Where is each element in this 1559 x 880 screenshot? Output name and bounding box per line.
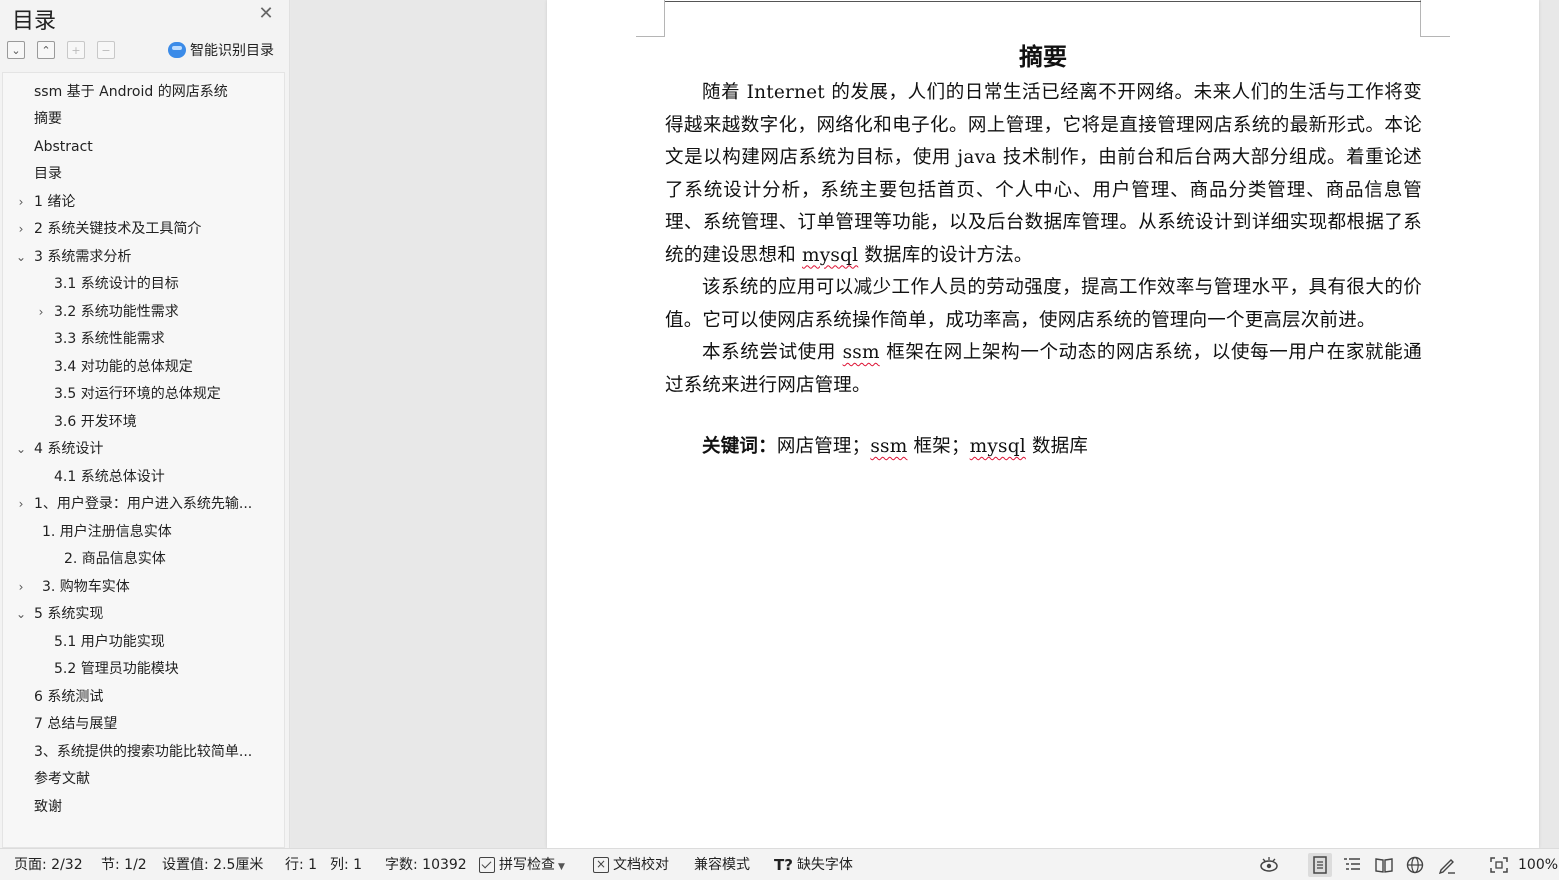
smart-toc-label: 智能识别目录 — [190, 43, 274, 59]
spell-flagged-word: ssm — [870, 436, 908, 457]
demote-level-icon[interactable]: − — [97, 41, 115, 59]
spell-check-button[interactable]: 拼写检查 ▼ — [479, 849, 565, 880]
toc-item[interactable]: 摘要 — [34, 108, 279, 130]
document-page[interactable]: 摘要 随着 Internet 的发展，人们的日常生活已经离不开网络。未来人们的生… — [547, 0, 1539, 848]
toc-item[interactable]: 3、系统提供的搜索功能比较简单... — [34, 741, 279, 763]
document-area: 摘要 随着 Internet 的发展，人们的日常生活已经离不开网络。未来人们的生… — [291, 0, 1559, 848]
promote-level-icon[interactable]: + — [67, 41, 85, 59]
toc-item[interactable]: 4.1 系统总体设计 — [54, 466, 279, 488]
proofread-icon: × — [593, 857, 609, 873]
eye-protection-icon[interactable] — [1259, 856, 1279, 874]
toc-item[interactable]: 7 总结与展望 — [34, 713, 279, 735]
text-run: 本系统尝试使用 — [702, 342, 843, 363]
status-bar: 页面: 2/32 节: 1/2 设置值: 2.5厘米 行: 1 列: 1 字数:… — [0, 848, 1559, 880]
column-indicator: 列: 1 — [330, 857, 363, 873]
keywords-paragraph: 关键词：网店管理；ssm 框架；mysql 数据库 — [665, 431, 1422, 464]
doc-proof-label: 文档校对 — [613, 857, 669, 873]
missing-fonts-label: 缺失字体 — [796, 857, 853, 873]
toc-item[interactable]: 3 系统需求分析 — [34, 246, 279, 268]
paragraph-2: 该系统的应用可以减少工作人员的劳动强度，提高工作效率与管理水平，具有很大的价值。… — [665, 277, 1422, 331]
page-view-icon[interactable] — [1308, 853, 1332, 877]
document-heading: 摘要 — [1019, 42, 1067, 71]
fit-page-icon[interactable] — [1489, 856, 1509, 874]
zoom-level[interactable]: 100% — [1518, 849, 1558, 880]
pen-edit-icon[interactable] — [1437, 856, 1457, 874]
toc-item[interactable]: 1、用户登录：用户进入系统先输... — [34, 493, 279, 515]
toc-item[interactable]: 1. 用户注册信息实体 — [42, 521, 279, 543]
toc-item[interactable]: 3.3 系统性能需求 — [54, 328, 279, 350]
toc-title: 目录 — [12, 9, 57, 34]
chevron-right-icon[interactable]: › — [14, 576, 28, 598]
chevron-down-icon[interactable]: ⌄ — [14, 246, 28, 268]
toc-item[interactable]: 3.5 对运行环境的总体规定 — [54, 383, 279, 405]
toc-item[interactable]: 5 系统实现 — [34, 603, 279, 625]
toc-item[interactable]: 2 系统关键技术及工具简介 — [34, 218, 279, 240]
toc-item[interactable]: 参考文献 — [34, 768, 279, 790]
text-run: 网店管理； — [776, 436, 871, 457]
chevron-right-icon[interactable]: › — [14, 493, 28, 515]
keywords-label: 关键词： — [702, 436, 777, 457]
cloud-icon — [168, 42, 186, 58]
paragraph-1: 随着 Internet 的发展，人们的日常生活已经离不开网络。未来人们的生活与工… — [665, 77, 1422, 272]
chevron-down-icon[interactable]: ⌄ — [14, 603, 28, 625]
header-line — [665, 1, 1421, 2]
toc-sidebar: 目录 ✕ ⌄ ⌃ + − 智能识别目录 › › ⌄ › ⌄ › › ⌄ ssm … — [0, 0, 290, 848]
toc-item[interactable]: 致谢 — [34, 796, 279, 818]
toc-item[interactable]: 5.2 管理员功能模块 — [54, 658, 279, 680]
missing-fonts-button[interactable]: T? 缺失字体 — [774, 849, 853, 880]
text-run: 随着 Internet 的发展，人们的日常生活已经离不开网络。未来人们的生活与工… — [665, 82, 1422, 266]
close-icon[interactable]: ✕ — [257, 5, 275, 23]
toc-item[interactable]: 4 系统设计 — [34, 438, 279, 460]
toc-item[interactable]: 3.4 对功能的总体规定 — [54, 356, 279, 378]
row-indicator: 行: 1 — [285, 857, 318, 873]
paragraph-3: 本系统尝试使用 ssm 框架在网上架构一个动态的网店系统，以使每一用户在家就能通… — [665, 337, 1422, 402]
toc-item[interactable]: 2. 商品信息实体 — [64, 548, 279, 570]
doc-proof-button[interactable]: × 文档校对 — [593, 849, 669, 880]
smart-toc-button[interactable]: 智能识别目录 — [168, 40, 274, 60]
toc-item[interactable]: 3. 购物车实体 — [42, 576, 279, 598]
toc-item[interactable]: 3.6 开发环境 — [54, 411, 279, 433]
toc-toolbar: ⌄ ⌃ + − — [7, 41, 115, 59]
text-run: 框架； — [907, 436, 970, 457]
reading-view-icon[interactable] — [1374, 856, 1394, 874]
expand-all-icon[interactable]: ⌄ — [7, 41, 25, 59]
spell-flagged-word: mysql — [969, 436, 1026, 457]
word-count[interactable]: 字数: 10392 — [385, 849, 467, 880]
toc-item[interactable]: 3.1 系统设计的目标 — [54, 273, 279, 295]
toc-item[interactable]: ssm 基于 Android 的网店系统 — [34, 81, 279, 103]
caret-down-icon: ▼ — [558, 862, 565, 872]
collapse-all-icon[interactable]: ⌃ — [37, 41, 55, 59]
outline-view-icon[interactable] — [1342, 856, 1362, 874]
web-view-icon[interactable] — [1405, 856, 1425, 874]
missing-font-icon: T? — [774, 856, 793, 874]
page-indicator[interactable]: 页面: 2/32 — [14, 849, 83, 880]
compat-mode-button[interactable]: 兼容模式 — [694, 849, 750, 880]
section-indicator: 节: 1/2 — [101, 857, 147, 873]
text-run: 数据库 — [1025, 436, 1089, 457]
toc-list: › › ⌄ › ⌄ › › ⌄ ssm 基于 Android 的网店系统 摘要 … — [2, 72, 285, 848]
toc-item[interactable]: 6 系统测试 — [34, 686, 279, 708]
toc-item[interactable]: 5.1 用户功能实现 — [54, 631, 279, 653]
toc-item[interactable]: 目录 — [34, 163, 279, 185]
spell-flagged-word: ssm — [842, 342, 880, 363]
chevron-right-icon[interactable]: › — [14, 218, 28, 240]
crop-mark — [636, 0, 665, 37]
chevron-down-icon[interactable]: ⌄ — [14, 438, 28, 460]
toc-item[interactable]: 3.2 系统功能性需求 — [54, 301, 279, 323]
spell-check-label: 拼写检查 — [499, 857, 555, 873]
chevron-right-icon[interactable]: › — [14, 191, 28, 213]
setting-value[interactable]: 设置值: 2.5厘米 — [162, 849, 263, 880]
crop-mark — [1420, 0, 1450, 37]
toc-item[interactable]: 1 绪论 — [34, 191, 279, 213]
checkbox-icon — [479, 857, 495, 873]
text-run: 数据库的设计方法。 — [858, 244, 1033, 266]
toc-item[interactable]: Abstract — [34, 136, 279, 158]
spell-flagged-word: mysql — [801, 244, 859, 266]
document-body: 随着 Internet 的发展，人们的日常生活已经离不开网络。未来人们的生活与工… — [665, 77, 1422, 464]
chevron-right-icon[interactable]: › — [34, 301, 48, 323]
